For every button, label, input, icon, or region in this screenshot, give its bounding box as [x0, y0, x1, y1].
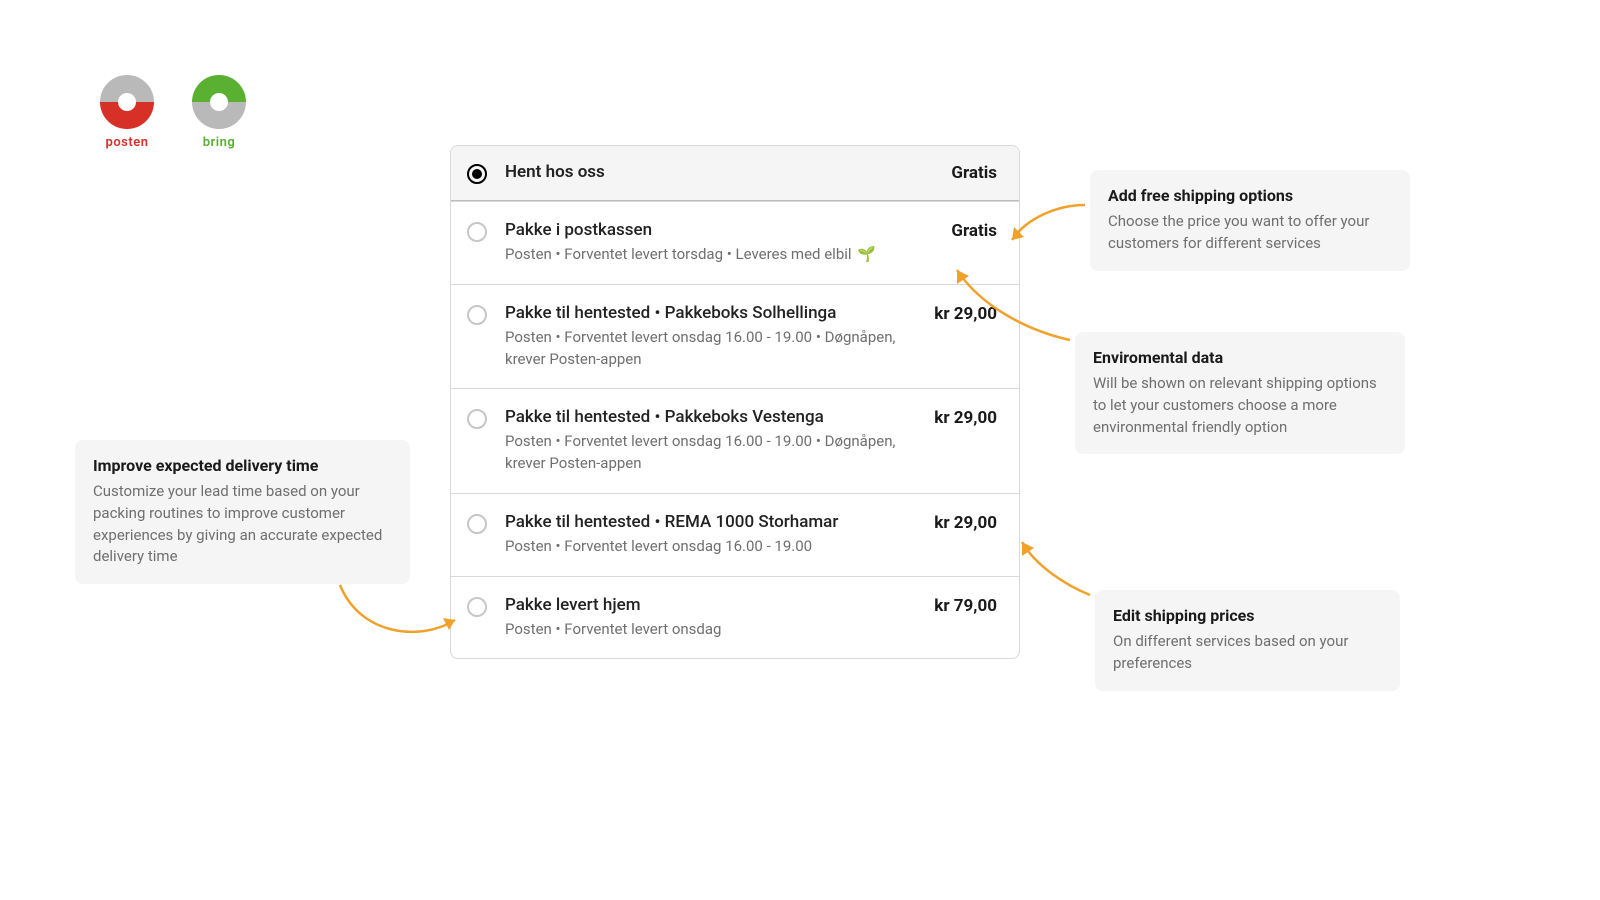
radio-icon[interactable]	[467, 409, 487, 429]
radio-icon[interactable]	[467, 597, 487, 617]
callout-title: Add free shipping options	[1108, 186, 1392, 205]
shipping-option-header[interactable]: Hent hos oss Gratis	[451, 146, 1019, 201]
bring-logo-label: bring	[203, 135, 236, 150]
shipping-option-price: kr 29,00	[934, 304, 997, 324]
callout-environmental: Enviromental data Will be shown on relev…	[1075, 332, 1405, 454]
brand-logos: posten bring	[100, 75, 246, 150]
callout-delivery-time: Improve expected delivery time Customize…	[75, 440, 410, 584]
shipping-option-title: Pakke i postkassen	[505, 220, 935, 240]
callout-free-shipping: Add free shipping options Choose the pri…	[1090, 170, 1410, 271]
shipping-option-price: kr 79,00	[934, 596, 997, 616]
arrow-icon	[1010, 530, 1095, 600]
bring-logo: bring	[192, 75, 246, 150]
callout-body: Choose the price you want to offer your …	[1108, 211, 1392, 255]
bring-logo-disk	[192, 75, 246, 129]
shipping-option-desc: Posten • Forventet levert onsdag	[505, 619, 918, 641]
shipping-option-price: Gratis	[951, 221, 997, 241]
posten-logo-label: posten	[106, 135, 149, 150]
posten-logo: posten	[100, 75, 154, 150]
callout-title: Edit shipping prices	[1113, 606, 1382, 625]
radio-icon[interactable]	[467, 222, 487, 242]
shipping-option[interactable]: Pakke levert hjem Posten • Forventet lev…	[451, 576, 1019, 659]
callout-body: On different services based on your pref…	[1113, 631, 1382, 675]
shipping-option-price: Gratis	[951, 163, 997, 183]
shipping-option-price: kr 29,00	[934, 408, 997, 428]
shipping-option-desc: Posten • Forventet levert onsdag 16.00 -…	[505, 431, 918, 475]
shipping-option-desc: Posten • Forventet levert onsdag 16.00 -…	[505, 327, 918, 371]
shipping-option-title: Pakke til hentested • Pakkeboks Solhelli…	[505, 303, 918, 323]
shipping-option[interactable]: Pakke til hentested • Pakkeboks Vestenga…	[451, 388, 1019, 493]
posten-logo-disk	[100, 75, 154, 129]
radio-icon[interactable]	[467, 514, 487, 534]
shipping-option-title: Hent hos oss	[505, 162, 935, 182]
callout-title: Enviromental data	[1093, 348, 1387, 367]
shipping-option[interactable]: Pakke til hentested • REMA 1000 Storhama…	[451, 493, 1019, 576]
shipping-option-desc: Posten • Forventet levert onsdag 16.00 -…	[505, 536, 918, 558]
shipping-options-card: Hent hos oss Gratis Pakke i postkassen P…	[450, 145, 1020, 659]
radio-icon[interactable]	[467, 305, 487, 325]
callout-edit-prices: Edit shipping prices On different servic…	[1095, 590, 1400, 691]
leaf-icon: 🌱	[857, 244, 876, 266]
shipping-option-title: Pakke til hentested • Pakkeboks Vestenga	[505, 407, 918, 427]
shipping-option-title: Pakke levert hjem	[505, 595, 918, 615]
callout-title: Improve expected delivery time	[93, 456, 392, 475]
shipping-option[interactable]: Pakke til hentested • Pakkeboks Solhelli…	[451, 284, 1019, 389]
shipping-option-title: Pakke til hentested • REMA 1000 Storhama…	[505, 512, 918, 532]
callout-body: Will be shown on relevant shipping optio…	[1093, 373, 1387, 438]
callout-body: Customize your lead time based on your p…	[93, 481, 392, 568]
radio-icon[interactable]	[467, 164, 487, 184]
shipping-option[interactable]: Pakke i postkassen Posten • Forventet le…	[451, 201, 1019, 284]
shipping-option-price: kr 29,00	[934, 513, 997, 533]
arrow-icon	[330, 580, 470, 650]
shipping-option-desc: Posten • Forventet levert torsdag • Leve…	[505, 244, 935, 266]
